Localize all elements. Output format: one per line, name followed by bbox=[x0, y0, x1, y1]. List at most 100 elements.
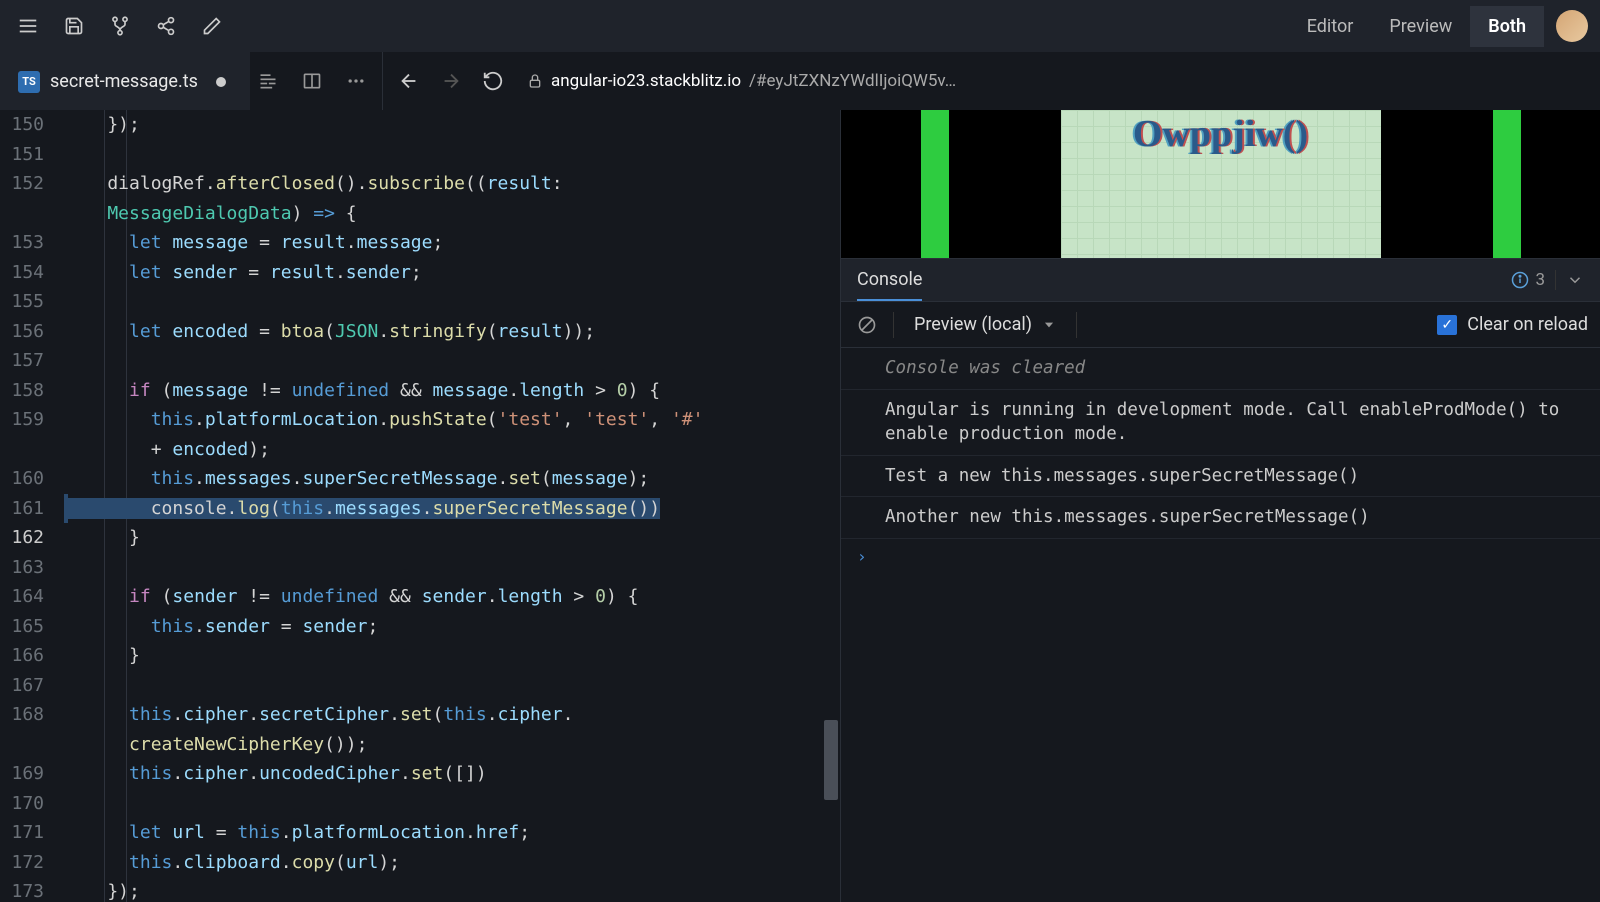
console-clear-button[interactable] bbox=[853, 311, 881, 339]
code-line[interactable]: }); bbox=[64, 877, 840, 902]
line-number: 169 bbox=[0, 759, 64, 789]
console-source-label: Preview (local) bbox=[914, 314, 1032, 335]
chevron-down-icon bbox=[1042, 318, 1056, 332]
dots-icon bbox=[346, 71, 366, 91]
line-number bbox=[0, 730, 64, 760]
fork-icon bbox=[110, 16, 130, 36]
clear-on-reload-checkbox[interactable]: ✓ bbox=[1437, 315, 1457, 335]
more-actions-button[interactable] bbox=[338, 63, 374, 99]
separator bbox=[1076, 312, 1077, 338]
code-line[interactable]: this.cipher.secretCipher.set(this.cipher… bbox=[64, 700, 840, 730]
browser-back-button[interactable] bbox=[391, 63, 427, 99]
typescript-file-icon: TS bbox=[18, 71, 40, 93]
line-number: 157 bbox=[0, 346, 64, 376]
view-tab-preview[interactable]: Preview bbox=[1371, 6, 1470, 47]
line-number: 171 bbox=[0, 818, 64, 848]
line-number: 153 bbox=[0, 228, 64, 258]
url-host: angular-io23.stackblitz.io bbox=[551, 71, 741, 91]
console-message: Test a new this.messages.superSecretMess… bbox=[841, 456, 1600, 498]
line-number: 163 bbox=[0, 553, 64, 583]
code-line[interactable]: this.clipboard.copy(url); bbox=[64, 848, 840, 878]
line-number: 158 bbox=[0, 376, 64, 406]
reload-icon bbox=[482, 70, 504, 92]
format-button[interactable] bbox=[250, 63, 286, 99]
line-number: 167 bbox=[0, 671, 64, 701]
code-line[interactable] bbox=[64, 671, 840, 701]
code-line[interactable]: if (sender != undefined && sender.length… bbox=[64, 582, 840, 612]
line-number: 170 bbox=[0, 789, 64, 819]
arrow-right-icon bbox=[440, 70, 462, 92]
editor-actions bbox=[250, 52, 382, 110]
code-line[interactable]: } bbox=[64, 641, 840, 671]
console-source-dropdown[interactable]: Preview (local) bbox=[906, 310, 1064, 339]
console-header-right: 3 bbox=[1511, 270, 1584, 290]
share-button[interactable] bbox=[146, 6, 186, 46]
preview-text: Owppjiw() bbox=[1133, 112, 1308, 156]
view-tab-editor[interactable]: Editor bbox=[1289, 6, 1372, 47]
scrollbar-thumb[interactable] bbox=[824, 720, 838, 800]
clear-icon bbox=[857, 315, 877, 335]
url-path: /#eyJtZXNzYWdlIjoiQW5v… bbox=[749, 71, 956, 91]
view-tab-both[interactable]: Both bbox=[1470, 6, 1544, 47]
split-icon bbox=[302, 71, 322, 91]
code-line[interactable]: dialogRef.afterClosed().subscribe((resul… bbox=[64, 169, 840, 199]
code-line[interactable] bbox=[64, 789, 840, 819]
line-number: 151 bbox=[0, 140, 64, 170]
line-number: 150 bbox=[0, 110, 64, 140]
chevron-down-icon[interactable] bbox=[1566, 271, 1584, 289]
code-line[interactable]: } bbox=[64, 523, 840, 553]
toolbar-left bbox=[8, 6, 232, 46]
console-message-count: 3 bbox=[1535, 270, 1545, 290]
fork-button[interactable] bbox=[100, 6, 140, 46]
console-toolbar-right: ✓ Clear on reload bbox=[1437, 314, 1588, 335]
code-line[interactable] bbox=[64, 553, 840, 583]
lock-icon bbox=[527, 73, 543, 89]
line-number: 161 bbox=[0, 494, 64, 524]
line-number: 172 bbox=[0, 848, 64, 878]
line-number: 155 bbox=[0, 287, 64, 317]
code-line[interactable] bbox=[64, 140, 840, 170]
split-editor-button[interactable] bbox=[294, 63, 330, 99]
console-header: Console 3 bbox=[841, 258, 1600, 302]
code-line[interactable]: }); bbox=[64, 110, 840, 140]
preview-viewport[interactable]: Owppjiw() bbox=[841, 110, 1600, 258]
console-messages[interactable]: Console was clearedAngular is running in… bbox=[841, 348, 1600, 902]
file-tab[interactable]: TS secret-message.ts bbox=[0, 52, 250, 110]
editor-content[interactable]: }); dialogRef.afterClosed().subscribe((r… bbox=[64, 110, 840, 902]
code-line[interactable]: this.platformLocation.pushState('test', … bbox=[64, 405, 840, 435]
code-line[interactable] bbox=[64, 287, 840, 317]
line-number: 152 bbox=[0, 169, 64, 199]
code-line[interactable]: this.cipher.uncodedCipher.set([]) bbox=[64, 759, 840, 789]
code-line[interactable] bbox=[64, 346, 840, 376]
console-prompt[interactable]: › bbox=[841, 539, 1600, 574]
console-tab[interactable]: Console bbox=[857, 260, 922, 301]
code-line[interactable]: this.messages.superSecretMessage.set(mes… bbox=[64, 464, 840, 494]
code-line[interactable]: let url = this.platformLocation.href; bbox=[64, 818, 840, 848]
code-line[interactable]: console.log(this.messages.superSecretMes… bbox=[64, 494, 840, 524]
browser-reload-button[interactable] bbox=[475, 63, 511, 99]
line-number: 159 bbox=[0, 405, 64, 435]
code-line[interactable]: let sender = result.sender; bbox=[64, 258, 840, 288]
file-name: secret-message.ts bbox=[50, 71, 198, 92]
line-number: 162 bbox=[0, 523, 64, 553]
tab-bar: TS secret-message.ts angular-io23.stackb… bbox=[0, 52, 1600, 110]
editor-scrollbar[interactable] bbox=[822, 110, 840, 902]
console-info-badge: 3 bbox=[1511, 270, 1545, 290]
code-line[interactable]: if (message != undefined && message.leng… bbox=[64, 376, 840, 406]
url-bar[interactable]: angular-io23.stackblitz.io /#eyJtZXNzYWdl… bbox=[517, 65, 1592, 97]
line-number: 160 bbox=[0, 464, 64, 494]
browser-forward-button[interactable] bbox=[433, 63, 469, 99]
editor-pane[interactable]: 1501511521531541551561571581591601611621… bbox=[0, 110, 840, 902]
save-button[interactable] bbox=[54, 6, 94, 46]
code-line[interactable]: let message = result.message; bbox=[64, 228, 840, 258]
edit-button[interactable] bbox=[192, 6, 232, 46]
menu-button[interactable] bbox=[8, 6, 48, 46]
code-line[interactable]: createNewCipherKey()); bbox=[64, 730, 840, 760]
line-number bbox=[0, 199, 64, 229]
code-line[interactable]: + encoded); bbox=[64, 435, 840, 465]
code-line[interactable]: MessageDialogData) => { bbox=[64, 199, 840, 229]
user-avatar[interactable] bbox=[1556, 10, 1588, 42]
line-number: 165 bbox=[0, 612, 64, 642]
code-line[interactable]: this.sender = sender; bbox=[64, 612, 840, 642]
code-line[interactable]: let encoded = btoa(JSON.stringify(result… bbox=[64, 317, 840, 347]
